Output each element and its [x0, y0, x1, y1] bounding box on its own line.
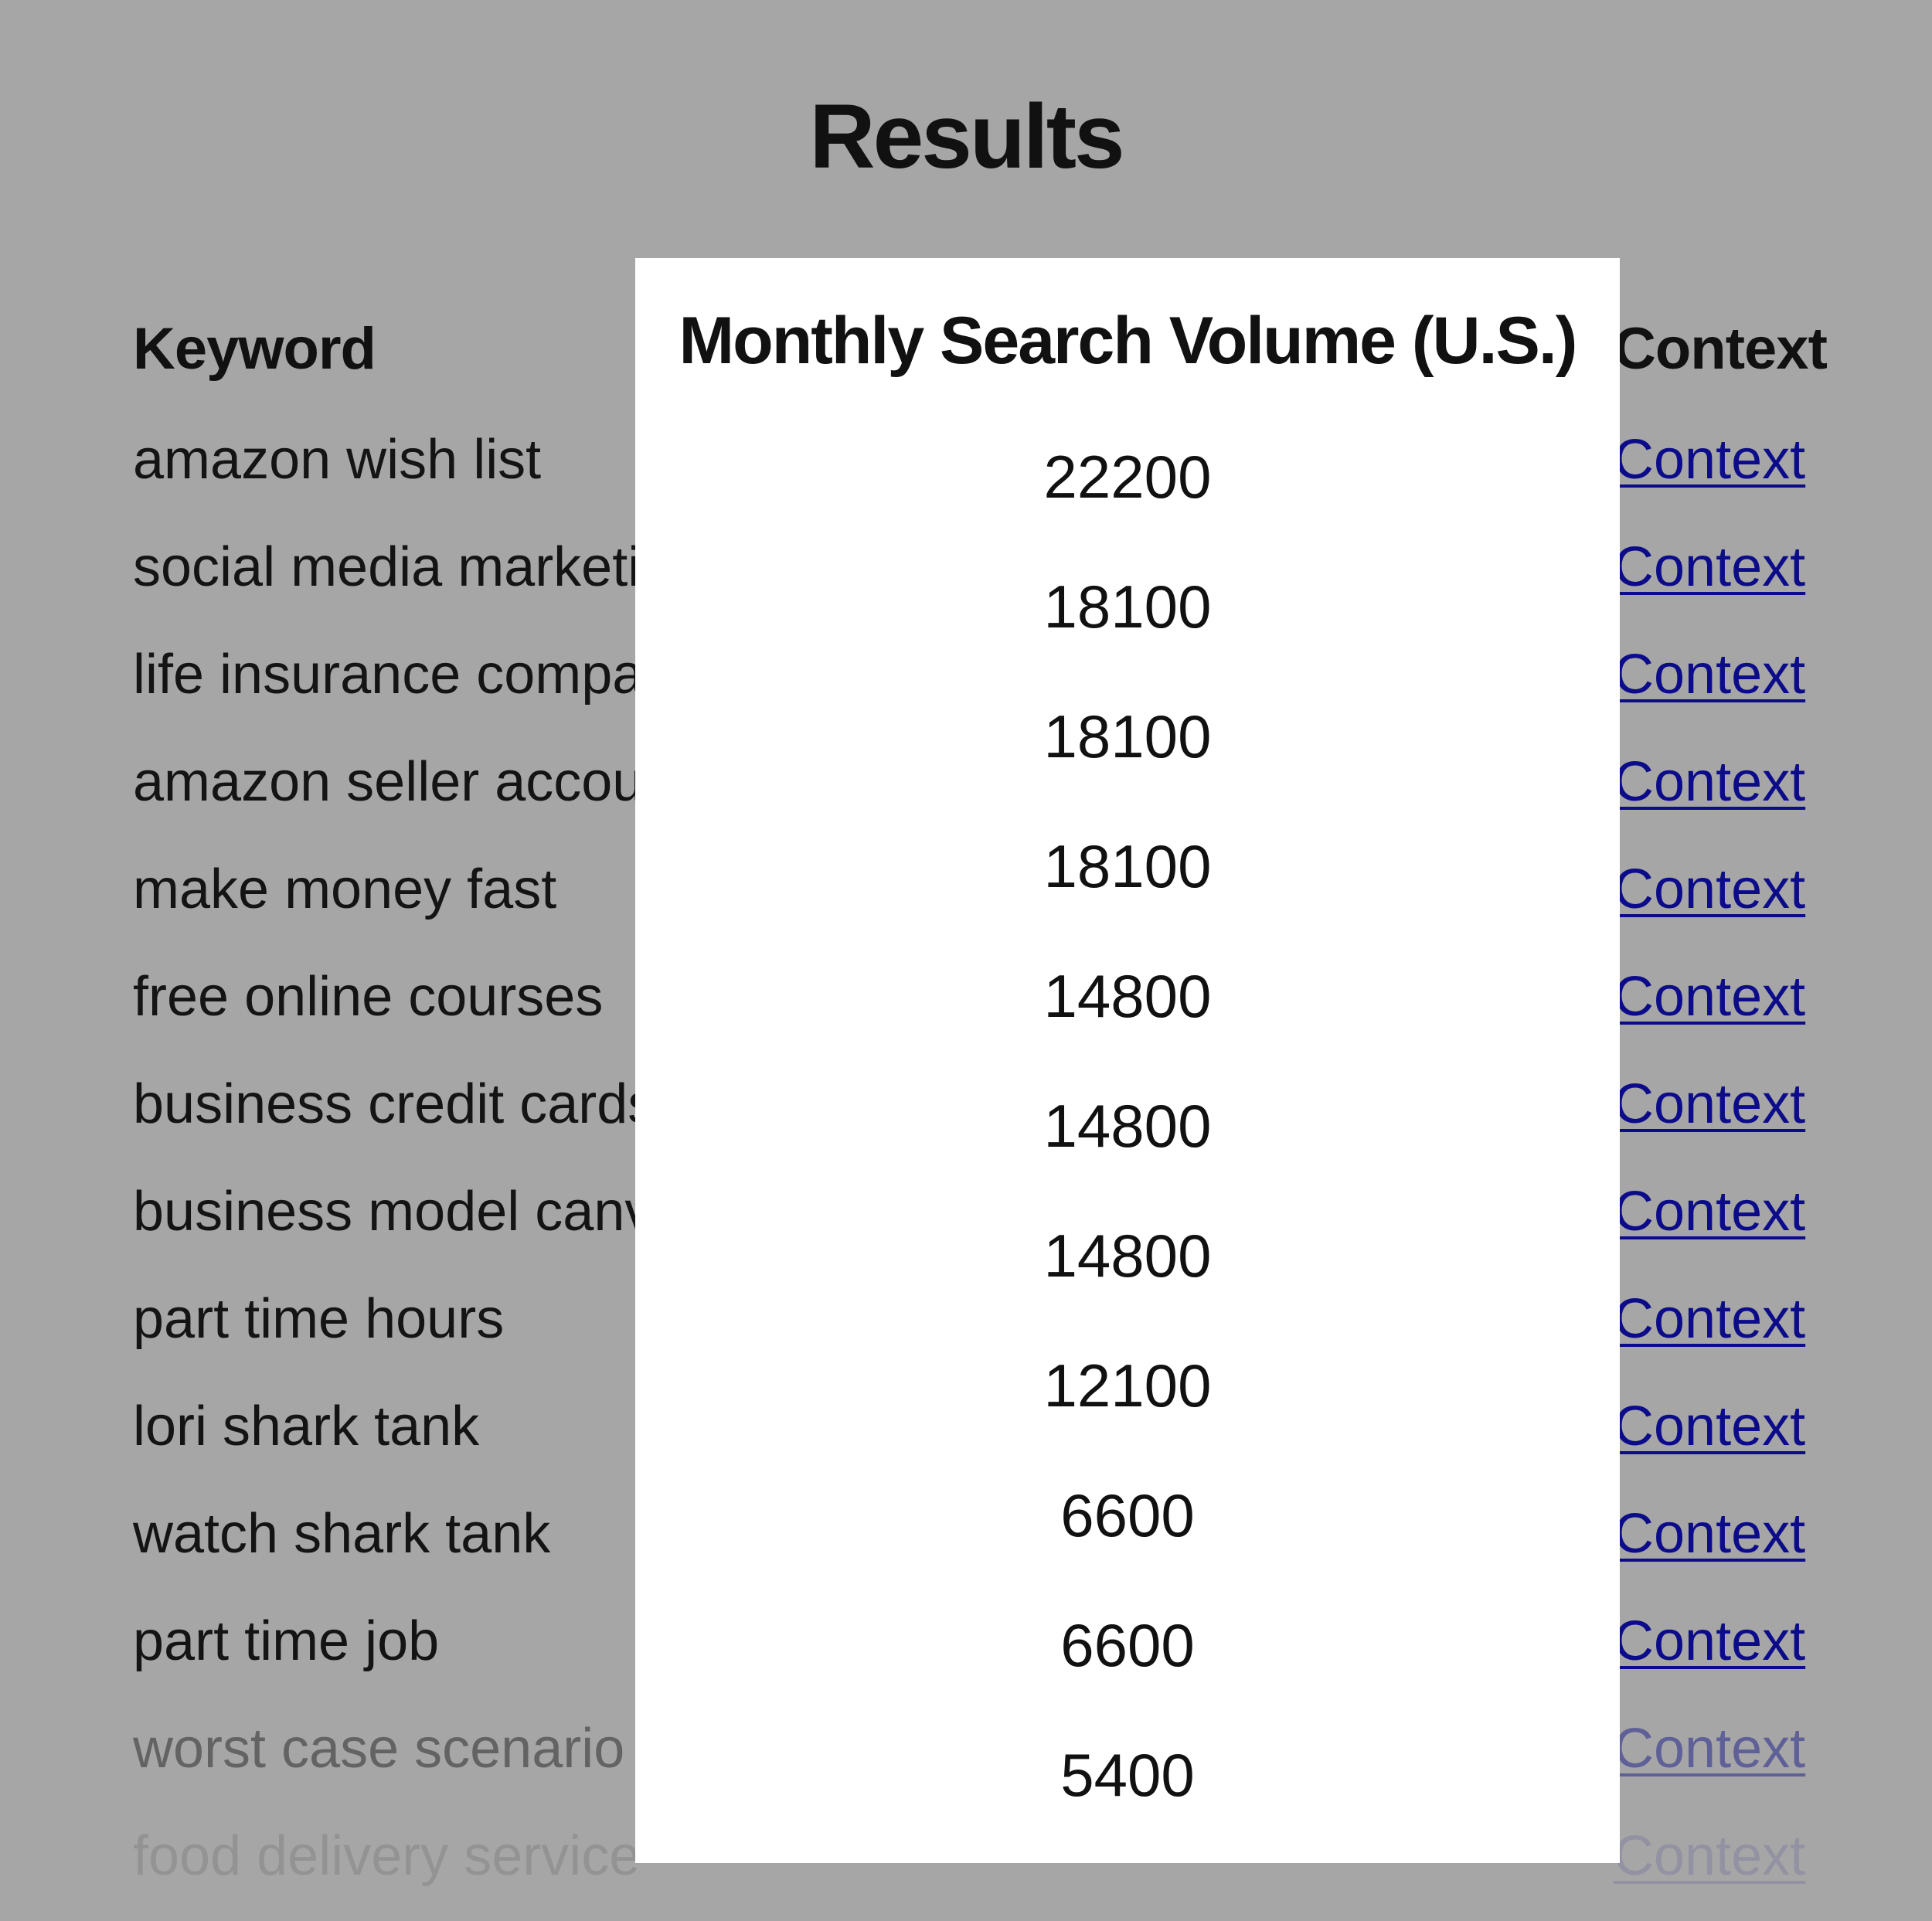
context-cell: Context [1614, 1384, 1805, 1491]
keyword-cell: watch shark tank [133, 1503, 551, 1565]
keyword-cell: food delivery service [133, 1825, 641, 1887]
volume-column-header: Monthly Search Volume (U.S.) [679, 304, 1578, 378]
volume-cell: 22200 [1043, 443, 1212, 511]
keyword-cell: amazon seller accou [133, 751, 644, 813]
keyword-cell: business model canv [133, 1181, 653, 1243]
context-cell: Context [1614, 1706, 1805, 1814]
context-column-header: Context [1614, 316, 1828, 382]
keyword-cell: worst case scenario [133, 1718, 625, 1780]
volume-cell: 18100 [1043, 832, 1212, 900]
context-link[interactable]: Context [1614, 1825, 1805, 1887]
keyword-cell: make money fast [133, 858, 557, 920]
context-link[interactable]: Context [1614, 1288, 1805, 1350]
context-link[interactable]: Context [1614, 858, 1805, 920]
context-link-list: Context Context Context Context Context … [1614, 417, 1805, 1921]
context-cell: Context [1614, 1169, 1805, 1277]
keyword-cell: social media marketi [133, 536, 641, 598]
context-cell: Context [1614, 1491, 1805, 1599]
volume-cell: 18100 [1043, 702, 1212, 770]
volume-list: 22200 18100 18100 18100 14800 14800 1480… [635, 427, 1620, 1855]
keyword-cell: life insurance compa [133, 644, 644, 706]
context-link[interactable]: Context [1614, 1073, 1805, 1135]
context-link[interactable]: Context [1614, 1610, 1805, 1672]
context-cell: Context [1614, 740, 1805, 847]
context-link[interactable]: Context [1614, 644, 1805, 706]
keyword-cell: part time job [133, 1610, 440, 1672]
volume-cell: 5400 [1060, 1741, 1195, 1809]
context-link[interactable]: Context [1614, 751, 1805, 813]
volume-cell: 14800 [1043, 962, 1212, 1030]
keyword-column-header: Keyword [133, 316, 376, 382]
context-link[interactable]: Context [1614, 1396, 1805, 1457]
context-link[interactable]: Context [1614, 429, 1805, 491]
context-cell: Context [1614, 632, 1805, 740]
keyword-cell: business credit cards [133, 1073, 656, 1135]
context-link[interactable]: Context [1614, 966, 1805, 1028]
keyword-cell: part time hours [133, 1288, 505, 1350]
context-link[interactable]: Context [1614, 1718, 1805, 1780]
keyword-cell: lori shark tank [133, 1396, 480, 1457]
volume-cell: 14800 [1043, 1222, 1212, 1290]
volume-cell: 12100 [1043, 1352, 1212, 1420]
context-link[interactable]: Context [1614, 1503, 1805, 1565]
context-cell: Context [1614, 1814, 1805, 1921]
volume-cell: 18100 [1043, 573, 1212, 641]
context-cell: Context [1614, 1062, 1805, 1169]
context-cell: Context [1614, 847, 1805, 954]
context-cell: Context [1614, 1599, 1805, 1706]
context-link[interactable]: Context [1614, 536, 1805, 598]
context-cell: Context [1614, 525, 1805, 632]
volume-cell: 14800 [1043, 1092, 1212, 1160]
keyword-cell: amazon wish list [133, 429, 542, 491]
monthly-volume-column: Monthly Search Volume (U.S.) 22200 18100… [635, 258, 1620, 1863]
context-cell: Context [1614, 1277, 1805, 1384]
context-link[interactable]: Context [1614, 1181, 1805, 1243]
keyword-list: amazon wish list social media marketi li… [133, 417, 655, 1921]
volume-cell: 6600 [1060, 1611, 1195, 1679]
context-cell: Context [1614, 954, 1805, 1062]
volume-cell: 6600 [1060, 1481, 1195, 1549]
context-cell: Context [1614, 417, 1805, 525]
page-title: Results [809, 86, 1124, 188]
keyword-cell: free online courses [133, 966, 604, 1028]
